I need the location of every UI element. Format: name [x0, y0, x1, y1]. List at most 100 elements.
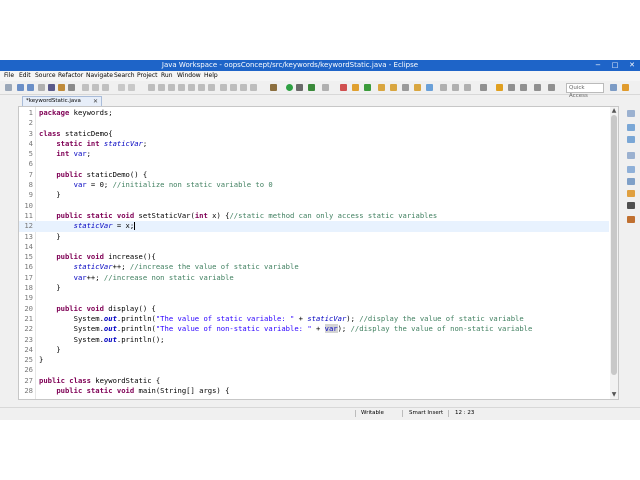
- progress-icon[interactable]: [627, 216, 635, 223]
- skip-breakpoints-icon[interactable]: [158, 84, 165, 91]
- pin-editor-icon[interactable]: [480, 84, 487, 91]
- code-line[interactable]: 22 System.out.println("The value of non-…: [19, 324, 609, 334]
- menu-navigate[interactable]: Navigate: [86, 71, 113, 81]
- code-line[interactable]: 19: [19, 293, 609, 303]
- code-line[interactable]: 25}: [19, 355, 609, 365]
- code-line[interactable]: 16 staticVar++; //increase the value of …: [19, 262, 609, 272]
- code-line[interactable]: 6: [19, 159, 609, 169]
- scroll-down-icon[interactable]: ▼: [610, 391, 618, 399]
- step-return-icon[interactable]: [188, 84, 195, 91]
- console-icon[interactable]: [627, 202, 635, 209]
- code-line[interactable]: 15 public void increase(){: [19, 252, 609, 262]
- toggle-breakpoint-icon[interactable]: [148, 84, 155, 91]
- code-line[interactable]: 1 package keywords;: [19, 108, 609, 118]
- external-tools-icon[interactable]: [322, 84, 329, 91]
- menu-search[interactable]: Search: [114, 71, 135, 81]
- maximize-button[interactable]: □: [607, 60, 623, 71]
- print-icon[interactable]: [38, 84, 45, 91]
- debug-icon[interactable]: [270, 84, 277, 91]
- back-icon[interactable]: [508, 84, 515, 91]
- code-line[interactable]: 17 var++; //increase non static variable: [19, 273, 609, 283]
- declaration-icon[interactable]: [627, 190, 635, 197]
- next-annotation-icon[interactable]: [118, 84, 125, 91]
- open-perspective-icon[interactable]: [610, 84, 617, 91]
- code-line[interactable]: 28 public static void main(String[] args…: [19, 386, 609, 396]
- menu-help[interactable]: Help: [204, 71, 218, 81]
- run-dropdown-icon[interactable]: [296, 84, 303, 91]
- mark-occurrences-icon[interactable]: [440, 84, 447, 91]
- code-line[interactable]: 14: [19, 242, 609, 252]
- quick-access-input[interactable]: Quick Access: [566, 83, 604, 99]
- search-icon[interactable]: [402, 84, 409, 91]
- toggle-mark-icon[interactable]: [58, 84, 65, 91]
- next-edit-icon[interactable]: [496, 84, 503, 91]
- code-line[interactable]: 4 static int staticVar;: [19, 139, 609, 149]
- terminal-icon[interactable]: [48, 84, 55, 91]
- new-java-project-icon[interactable]: [340, 84, 347, 91]
- task-list-icon[interactable]: [627, 124, 635, 131]
- code-line[interactable]: 7 public staticDemo() {: [19, 170, 609, 180]
- code-line[interactable]: 20 public void display() {: [19, 304, 609, 314]
- code-line[interactable]: 2: [19, 118, 609, 128]
- word-wrap-icon[interactable]: [452, 84, 459, 91]
- scroll-up-icon[interactable]: ▲: [610, 107, 618, 115]
- minimize-button[interactable]: −: [590, 60, 606, 71]
- menu-run[interactable]: Run: [161, 71, 173, 81]
- forward-icon[interactable]: [520, 84, 527, 91]
- block-select-icon[interactable]: [68, 84, 75, 91]
- scroll-thumb[interactable]: [611, 115, 617, 375]
- menu-project[interactable]: Project: [137, 71, 158, 81]
- suspend-icon[interactable]: [220, 84, 227, 91]
- step-into-icon[interactable]: [168, 84, 175, 91]
- code-line[interactable]: 10: [19, 201, 609, 211]
- save-all-icon[interactable]: [27, 84, 34, 91]
- restore-icon[interactable]: [627, 110, 635, 117]
- terminate-icon[interactable]: [230, 84, 237, 91]
- navigate-forward-icon[interactable]: [548, 84, 555, 91]
- format-icon[interactable]: [82, 84, 89, 91]
- menu-file[interactable]: File: [4, 71, 14, 81]
- menu-refactor[interactable]: Refactor: [58, 71, 83, 81]
- problems-icon[interactable]: [627, 166, 635, 173]
- code-line[interactable]: 13 }: [19, 232, 609, 242]
- code-line[interactable]: 8 var = 0; //initialize non static varia…: [19, 180, 609, 190]
- disconnect-icon[interactable]: [240, 84, 247, 91]
- open-type-icon[interactable]: [378, 84, 385, 91]
- coverage-icon[interactable]: [308, 84, 315, 91]
- code-line[interactable]: 9 }: [19, 190, 609, 200]
- code-line[interactable]: 5 int var;: [19, 149, 609, 159]
- editor-tab-keywordstatic[interactable]: *keywordStatic.java ✕: [22, 96, 102, 106]
- code-line[interactable]: 24 }: [19, 345, 609, 355]
- previous-annotation-icon[interactable]: [128, 84, 135, 91]
- paragraph-icon[interactable]: [102, 84, 109, 91]
- menu-window[interactable]: Window: [177, 71, 201, 81]
- resume-icon[interactable]: [250, 84, 257, 91]
- code-line[interactable]: 23 System.out.println();: [19, 335, 609, 345]
- new-icon[interactable]: [5, 84, 12, 91]
- java-perspective-icon[interactable]: [622, 84, 629, 91]
- last-edit-icon[interactable]: [414, 84, 421, 91]
- menu-edit[interactable]: Edit: [19, 71, 31, 81]
- toggle-highlight-icon[interactable]: [426, 84, 433, 91]
- new-class-icon[interactable]: [364, 84, 371, 91]
- use-step-filters-icon[interactable]: [208, 84, 215, 91]
- restore-view-icon[interactable]: [627, 152, 635, 159]
- code-editor[interactable]: 1 package keywords; 2 3 class staticDemo{4 s…: [18, 106, 619, 400]
- code-line[interactable]: 3 class staticDemo{: [19, 129, 609, 139]
- menu-source[interactable]: Source: [35, 71, 56, 81]
- open-task-icon[interactable]: [390, 84, 397, 91]
- code-line[interactable]: 18 }: [19, 283, 609, 293]
- tab-close-icon[interactable]: ✕: [93, 97, 98, 106]
- run-icon[interactable]: [286, 84, 293, 91]
- javadoc-icon[interactable]: [627, 178, 635, 185]
- close-button[interactable]: ✕: [624, 60, 640, 71]
- editor-vertical-scrollbar[interactable]: ▲ ▼: [610, 107, 618, 399]
- code-line[interactable]: 12 staticVar = x;: [19, 221, 609, 232]
- whitespace-icon[interactable]: [92, 84, 99, 91]
- code-line[interactable]: 21 System.out.println("The value of stat…: [19, 314, 609, 324]
- outline-icon[interactable]: [627, 136, 635, 143]
- code-line[interactable]: 26: [19, 365, 609, 375]
- new-package-icon[interactable]: [352, 84, 359, 91]
- save-icon[interactable]: [17, 84, 24, 91]
- navigate-back-icon[interactable]: [534, 84, 541, 91]
